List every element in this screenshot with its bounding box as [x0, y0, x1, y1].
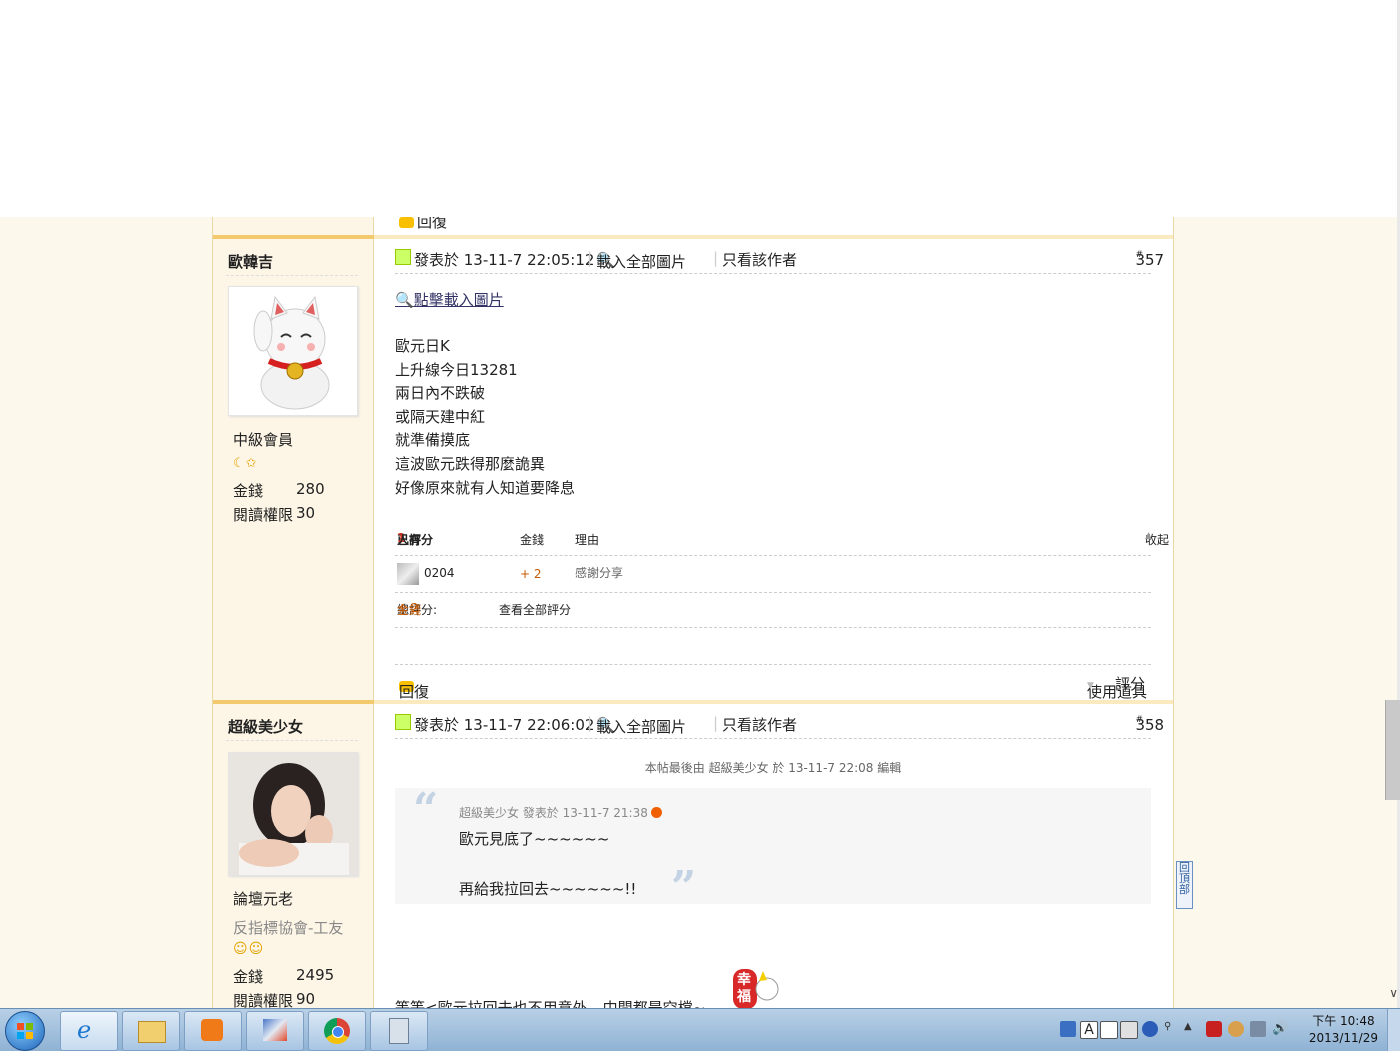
avatar[interactable]	[228, 752, 358, 876]
stat-read-permission: 閱讀權限 90	[233, 990, 316, 1008]
stat-money: 金錢 2495	[233, 966, 335, 986]
close-quote-mark: ”	[671, 862, 697, 913]
calculator-icon	[389, 1018, 409, 1044]
happiness-sticker: 幸福	[729, 963, 779, 1008]
quote-source: 超級美少女 發表於 13-11-7 21:38	[459, 804, 662, 821]
author-name[interactable]: 超級美少女	[228, 716, 303, 737]
ime-icon[interactable]	[1060, 1021, 1076, 1037]
avatar[interactable]	[228, 286, 358, 416]
app-tray-icon[interactable]	[1228, 1021, 1244, 1037]
post-separator	[213, 235, 1173, 239]
quote-block: “ 超級美少女 發表於 13-11-7 21:38 歐元見底了~~~~~~ 再給…	[395, 784, 1151, 913]
rating-total: 總評分: 金錢 + 2 查看全部評分	[395, 592, 1151, 628]
post-time: 發表於 13-11-7 22:05:12	[414, 251, 595, 269]
half-width-icon[interactable]	[1100, 1021, 1118, 1039]
post-icon	[395, 714, 411, 730]
divider	[226, 275, 358, 276]
post-time: 發表於 13-11-7 22:06:02	[414, 716, 595, 734]
help-icon[interactable]	[1142, 1021, 1158, 1037]
caret-down-icon: ▼	[1087, 681, 1094, 691]
taskbar-chrome[interactable]	[308, 1011, 366, 1051]
back-to-top-button[interactable]: 回頂部	[1176, 861, 1193, 909]
member-group: 中級會員	[233, 431, 294, 449]
forum-thread: 回復 歐韓吉 中級會員 ☾✩ 金錢 280 閱讀權限 30 發表於 13-11-7	[212, 217, 1174, 1008]
media-player-icon	[201, 1019, 223, 1041]
ie-icon: e	[77, 1016, 92, 1044]
jump-to-quote-icon[interactable]	[650, 807, 662, 818]
rater-avatar[interactable]	[397, 563, 419, 585]
rating-header: 已有 1 人評分 金錢 理由 收起 ▲	[395, 527, 1169, 556]
windows-logo-icon	[17, 1023, 33, 1039]
reply-icon	[399, 217, 414, 228]
paint-icon	[263, 1019, 287, 1041]
rating-row: 0204 + 2 感謝分享	[395, 555, 1151, 593]
partial-reply-link[interactable]: 回復	[399, 217, 447, 232]
network-icon[interactable]	[1250, 1021, 1266, 1037]
user-photo	[229, 753, 357, 875]
system-clock[interactable]: 下午 10:48 2013/11/29	[1309, 1013, 1378, 1047]
ime-a-icon[interactable]: A	[1080, 1021, 1098, 1039]
member-group: 論壇元老	[233, 890, 294, 908]
taskbar-file-explorer[interactable]	[122, 1011, 180, 1051]
input-pad-icon[interactable]	[1120, 1021, 1138, 1039]
volume-icon[interactable]: 🔊	[1272, 1021, 1288, 1037]
author-name[interactable]: 歐韓吉	[228, 251, 273, 272]
magnifier-icon: 🔍	[395, 291, 414, 309]
rate-button[interactable]: 評分	[1115, 673, 1145, 694]
post-separator	[213, 700, 1173, 704]
post-meta-bar: 發表於 13-11-7 22:06:02 | 🔍 載入全部圖片 | 只看該作者 3…	[395, 712, 1165, 739]
post-body-partial: 等等<歐元拉回去也不用意外，中間都是空檔~	[395, 999, 706, 1008]
post-footer: 回復 使用道具 ▼ 評分	[395, 664, 1151, 701]
show-desktop-button[interactable]	[1387, 1009, 1400, 1051]
start-button[interactable]	[5, 1011, 45, 1051]
stat-read-permission: 閱讀權限 30	[233, 504, 316, 524]
floor-number: 357 #	[1135, 250, 1165, 269]
floor-number: 358 #	[1135, 715, 1165, 734]
rank-stars: ☾✩	[233, 456, 258, 471]
system-tray: A ⚲ ▲ 🔊 下午 10:48 2013/11/29	[1060, 1009, 1400, 1051]
rating-reason: 感謝分享	[575, 566, 624, 580]
antivirus-icon[interactable]	[1206, 1021, 1222, 1037]
author-only-link[interactable]: 只看該作者	[722, 249, 797, 270]
ime-options-icon[interactable]: ⚲	[1164, 1021, 1180, 1037]
caret-up-icon: ▲	[1145, 531, 1152, 541]
blank-header-area	[0, 0, 1397, 217]
member-custom-title: 反指標協會-工友	[233, 919, 344, 937]
view-all-ratings-link[interactable]: 查看全部評分	[499, 601, 571, 618]
divider	[226, 740, 358, 741]
taskbar-paint[interactable]	[246, 1011, 304, 1051]
post-icon	[395, 249, 411, 265]
taskbar-internet-explorer[interactable]: e	[60, 1011, 118, 1051]
post-body: 歐元日K 上升線今日13281 兩日內不跌破 或隔天建中紅 就準備摸底 這波歐元…	[395, 337, 576, 497]
show-hidden-icons-icon[interactable]: ▲	[1184, 1021, 1200, 1037]
edit-note: 本帖最後由 超級美少女 於 13-11-7 22:08 編輯	[644, 761, 902, 775]
taskbar-calculator[interactable]	[370, 1011, 428, 1051]
post-meta-bar: 發表於 13-11-7 22:05:12 | 🔍 載入全部圖片 | 只看該作者 3…	[395, 247, 1165, 274]
open-quote-mark: “	[413, 784, 439, 835]
stat-money: 金錢 280	[233, 480, 325, 500]
rating-money: + 2	[520, 567, 542, 581]
windows-taskbar: e A ⚲ ▲ 🔊 下午 10:48 2013/11/29	[0, 1008, 1400, 1051]
folder-icon	[138, 1021, 166, 1043]
lucky-cat-image	[253, 295, 330, 410]
rater-name[interactable]: 0204	[424, 566, 455, 580]
taskbar-media-player[interactable]	[184, 1011, 242, 1051]
scroll-down-arrow-icon[interactable]: ∨	[1389, 986, 1398, 1000]
rank-smileys: ☺☺	[233, 941, 265, 957]
scrollbar-thumb[interactable]	[1385, 700, 1400, 800]
load-image-link[interactable]: 🔍點擊載入圖片	[395, 289, 504, 310]
author-only-link[interactable]: 只看該作者	[722, 714, 797, 735]
